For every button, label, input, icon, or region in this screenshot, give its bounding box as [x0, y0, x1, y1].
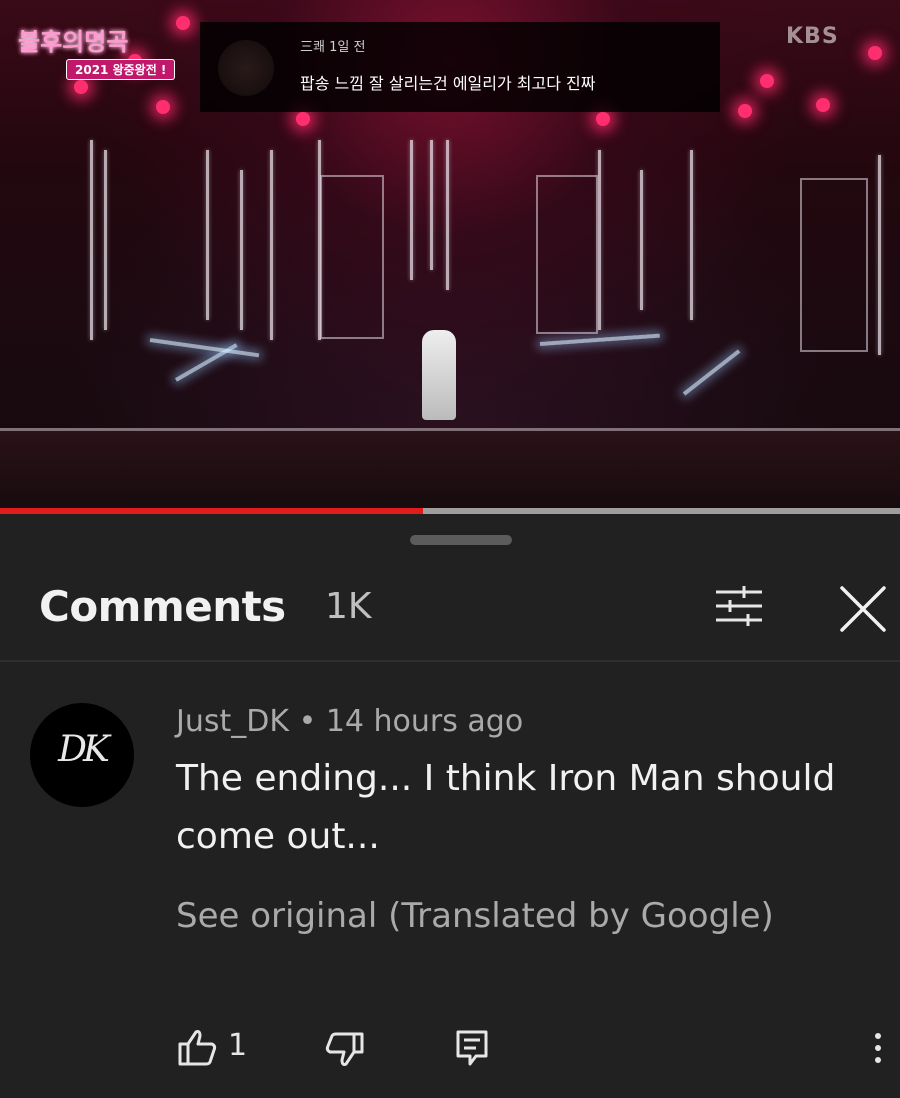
light-bar: [410, 140, 413, 280]
light-bar: [690, 150, 693, 320]
thumbs-up-icon: [178, 1030, 217, 1066]
comment-time: 14 hours ago: [325, 704, 524, 739]
close-panel-button[interactable]: [830, 578, 896, 640]
overlay-comment-meta: 三쾌 1일 전: [300, 40, 366, 55]
light-bar: [104, 150, 107, 330]
close-icon: [840, 586, 886, 632]
stage-light: [156, 100, 170, 114]
panel-title: Comments: [39, 582, 286, 631]
stage-edge: [0, 428, 900, 431]
avatar[interactable]: DK: [30, 703, 134, 807]
more-vertical-icon: [875, 1033, 881, 1063]
stage-light: [296, 112, 310, 126]
video-progress-bar[interactable]: [0, 508, 900, 514]
like-count: 1: [228, 1028, 248, 1063]
light-bar: [270, 150, 273, 340]
comment-meta: Just_DK • 14 hours ago: [176, 704, 523, 739]
video-player[interactable]: 불후의명곡 2021 왕중왕전 ! 三쾌 1일 전 팝송 느낌 잘 살리는건 에…: [0, 0, 900, 510]
show-subtitle: 2021 왕중왕전 !: [66, 59, 176, 80]
video-progress-fill: [0, 508, 423, 514]
comment-text: The ending... I think Iron Man should co…: [176, 758, 836, 857]
stage-light: [738, 104, 752, 118]
dislike-button[interactable]: [322, 1024, 366, 1072]
light-beam: [539, 333, 660, 346]
stage-light: [760, 74, 774, 88]
avatar-initials: DK: [58, 729, 110, 770]
comment-count: 1K: [325, 586, 372, 627]
stage-light: [868, 46, 882, 60]
overlay-comment-text: 팝송 느낌 잘 살리는건 에일리가 최고다 진짜: [300, 74, 596, 93]
sort-filter-button[interactable]: [704, 580, 774, 636]
more-options-button[interactable]: [860, 1024, 896, 1072]
light-bar: [598, 150, 601, 330]
light-frame: [536, 175, 598, 334]
light-frame: [800, 178, 868, 352]
stage-light: [596, 112, 610, 126]
overlay-comment: 三쾌 1일 전 팝송 느낌 잘 살리는건 에일리가 최고다 진짜: [200, 22, 720, 112]
panel-divider: [0, 660, 900, 662]
light-bar: [446, 140, 449, 290]
stage-floor: [0, 428, 900, 510]
show-title: 불후의명곡: [18, 28, 129, 56]
stage-light: [816, 98, 830, 112]
stage-light: [74, 80, 88, 94]
light-beam: [149, 338, 260, 358]
panel-drag-handle[interactable]: [410, 535, 512, 545]
like-button[interactable]: [176, 1024, 220, 1072]
comment-author[interactable]: Just_DK: [176, 704, 289, 739]
sliders-icon: [716, 586, 762, 626]
show-logo: 불후의명곡 2021 왕중왕전 !: [18, 22, 176, 80]
reply-button[interactable]: [452, 1024, 492, 1072]
thumbs-down-icon: [325, 1032, 364, 1066]
light-bar: [430, 140, 433, 270]
performer: [422, 330, 456, 420]
light-bar: [90, 140, 93, 340]
broadcaster-logo: KBS: [786, 24, 839, 49]
light-bar: [640, 170, 643, 310]
see-original-link[interactable]: See original (Translated by Google): [176, 896, 774, 936]
light-bar: [206, 150, 209, 320]
overlay-avatar: [218, 40, 274, 96]
reply-icon: [456, 1030, 488, 1066]
light-bar: [240, 170, 243, 330]
light-frame: [320, 175, 384, 339]
light-beam: [682, 349, 741, 396]
meta-separator: •: [298, 704, 317, 739]
light-bar: [878, 155, 881, 355]
stage-light: [176, 16, 190, 30]
